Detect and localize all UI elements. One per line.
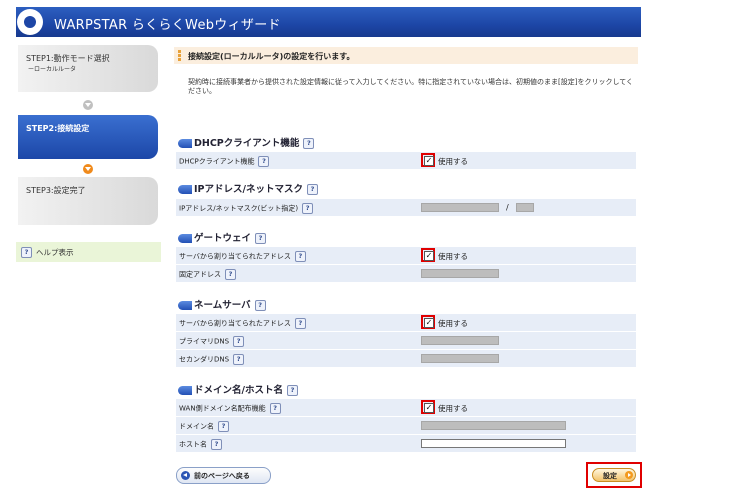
- help-toggle[interactable]: ? ヘルプ表示: [16, 242, 161, 262]
- help-icon[interactable]: ?: [258, 156, 270, 167]
- main-panel: 接続設定(ローカルルータ)の設定を行います。 契約時に接続事業者から提供された設…: [166, 37, 642, 488]
- wan-domain-checkbox-label: 使用する: [438, 404, 468, 413]
- fixed-address-input[interactable]: [421, 269, 499, 278]
- ip-separator: /: [506, 203, 509, 212]
- help-icon[interactable]: ?: [294, 251, 306, 262]
- sidebar: STEP1:動作モード選択 ーローカルルータ STEP2:接続設定 STEP3:…: [16, 37, 161, 487]
- dns-checkbox-label: 使用する: [438, 319, 468, 328]
- dhcp-checkbox[interactable]: ✓: [421, 153, 435, 167]
- help-icon[interactable]: ?: [225, 269, 236, 280]
- step-2-label: STEP2:接続設定: [26, 124, 90, 133]
- check-icon: ✓: [424, 156, 434, 166]
- step-1-item: STEP1:動作モード選択 ーローカルルータ: [18, 45, 158, 92]
- row-gateway-auto: サーバから割り当てられたアドレス? ✓ 使用する: [176, 247, 636, 265]
- row-wan-domain: WAN側ドメイン名配布機能? ✓ 使用する: [176, 399, 636, 417]
- check-icon: ✓: [424, 251, 434, 261]
- step-1-label: STEP1:動作モード選択: [26, 54, 110, 63]
- help-label: ヘルプ表示: [36, 248, 74, 257]
- row-gateway-fixed: 固定アドレス?: [176, 265, 636, 283]
- help-icon[interactable]: ?: [255, 233, 267, 244]
- step-3-item: STEP3:設定完了: [18, 177, 158, 225]
- dns-checkbox[interactable]: ✓: [421, 315, 435, 329]
- back-button-label: 前のページへ戻る: [194, 472, 250, 480]
- step-arrow-active-icon: [83, 164, 93, 174]
- row-host-name: ホスト名?: [176, 435, 636, 453]
- row-ip-netmask: IPアドレス/ネットマスク(ビット指定)? /: [176, 199, 636, 217]
- help-icon[interactable]: ?: [302, 203, 314, 214]
- back-button[interactable]: 前のページへ戻る: [176, 467, 271, 484]
- step-1-sublabel: ーローカルルータ: [28, 66, 77, 73]
- header-bar: WARPSTAR らくらくWebウィザード: [16, 7, 641, 37]
- help-icon[interactable]: ?: [303, 138, 315, 149]
- back-arrow-icon: [181, 471, 190, 480]
- dhcp-checkbox-label: 使用する: [438, 157, 468, 166]
- section-title-domain: ドメイン名/ホスト名?: [178, 382, 298, 396]
- help-icon[interactable]: ?: [254, 300, 266, 311]
- submit-button[interactable]: 設定: [592, 468, 636, 482]
- help-icon[interactable]: ?: [294, 318, 306, 329]
- row-secondary-dns: セカンダリDNS?: [176, 350, 636, 368]
- help-icon[interactable]: ?: [306, 184, 318, 195]
- section-title-ip: IPアドレス/ネットマスク?: [178, 181, 318, 195]
- section-title-gateway: ゲートウェイ?: [178, 230, 267, 244]
- app-title: WARPSTAR らくらくWebウィザード: [54, 18, 281, 33]
- help-icon[interactable]: ?: [218, 421, 229, 432]
- warpstar-logo: [17, 9, 43, 35]
- step-3-label: STEP3:設定完了: [26, 186, 86, 195]
- help-icon[interactable]: ?: [269, 403, 281, 414]
- secondary-dns-input[interactable]: [421, 354, 499, 363]
- netmask-input[interactable]: [516, 203, 534, 212]
- wan-domain-checkbox[interactable]: ✓: [421, 400, 435, 414]
- gateway-checkbox[interactable]: ✓: [421, 248, 435, 262]
- forward-arrow-icon: [625, 471, 633, 479]
- row-primary-dns: プライマリDNS?: [176, 332, 636, 350]
- submit-highlight: 設定: [586, 462, 642, 488]
- step-arrow-icon: [83, 100, 93, 110]
- help-icon[interactable]: ?: [233, 354, 245, 365]
- gateway-checkbox-label: 使用する: [438, 252, 468, 261]
- wizard-window: WARPSTAR らくらくWebウィザード STEP1:動作モード選択 ーローカ…: [16, 7, 642, 488]
- help-icon[interactable]: ?: [286, 385, 298, 396]
- notice-banner: 接続設定(ローカルルータ)の設定を行います。: [174, 47, 638, 64]
- ip-address-input[interactable]: [421, 203, 499, 212]
- step-2-item: STEP2:接続設定: [18, 115, 158, 159]
- row-domain-name: ドメイン名?: [176, 417, 636, 435]
- check-icon: ✓: [424, 403, 434, 413]
- notice-text: 接続設定(ローカルルータ)の設定を行います。: [188, 52, 355, 61]
- submit-button-label: 設定: [603, 472, 617, 480]
- primary-dns-input[interactable]: [421, 336, 499, 345]
- row-dhcp-client: DHCPクライアント機能? ✓ 使用する: [176, 152, 636, 170]
- help-icon: ?: [21, 247, 32, 258]
- host-name-input[interactable]: [421, 439, 566, 448]
- row-dns-auto: サーバから割り当てられたアドレス? ✓ 使用する: [176, 314, 636, 332]
- check-icon: ✓: [424, 318, 434, 328]
- help-icon[interactable]: ?: [211, 439, 222, 450]
- domain-name-input[interactable]: [421, 421, 566, 430]
- section-title-dhcp: DHCPクライアント機能?: [178, 135, 315, 149]
- description-text: 契約時に接続事業者から提供された設定情報に従って入力してください。特に指定されて…: [188, 78, 634, 95]
- section-title-dns: ネームサーバ?: [178, 297, 266, 311]
- help-icon[interactable]: ?: [233, 336, 245, 347]
